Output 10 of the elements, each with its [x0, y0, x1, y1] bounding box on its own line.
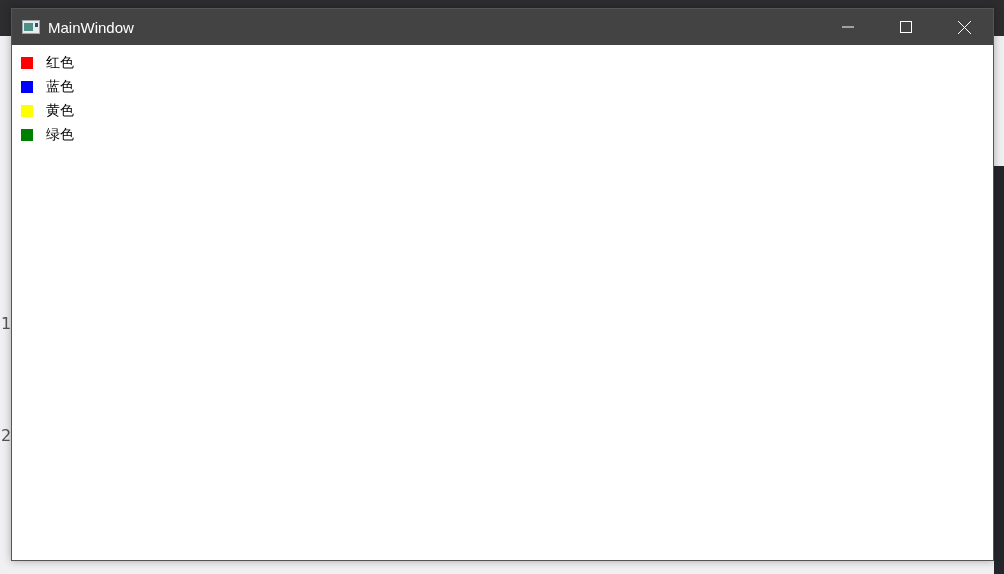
legend-label: 绿色: [46, 126, 74, 144]
window-title: MainWindow: [48, 18, 134, 36]
maximize-icon: [900, 21, 912, 33]
list-number: 2: [1, 426, 12, 446]
legend-label: 蓝色: [46, 78, 74, 96]
legend-label: 黄色: [46, 102, 74, 120]
list-number: 1: [1, 314, 12, 334]
legend-label: 红色: [46, 54, 74, 72]
close-icon: [957, 20, 971, 34]
app-icon: [22, 20, 40, 34]
